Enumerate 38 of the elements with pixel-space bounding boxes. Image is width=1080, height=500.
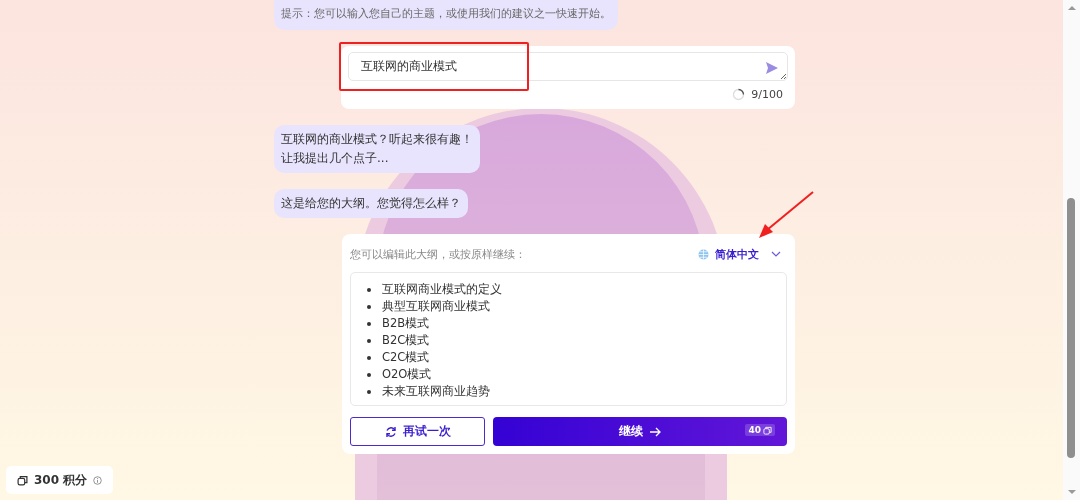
message-line: 让我提出几个点子... [281,150,390,167]
bullet-icon [367,355,371,360]
outline-item: 典型互联网商业模式 [382,299,490,314]
hint-message: 提示：您可以输入您自己的主题，或使用我们的建议之一快速开始。 [274,0,618,30]
bullet-icon [367,304,371,309]
chevron-down-icon [771,251,781,257]
continue-button[interactable]: 继续 40 [493,417,787,446]
arrow-right-icon [649,426,661,437]
outline-item: 互联网商业模式的定义 [382,282,502,297]
bullet-icon [367,287,371,292]
language-selector[interactable]: 简体中文 [698,246,787,262]
coins-icon [763,425,772,435]
info-icon[interactable] [93,475,103,485]
topic-input-field[interactable]: 互联网的商业模式 [348,52,788,81]
send-icon[interactable] [766,62,778,74]
outline-item: B2C模式 [382,333,430,348]
resize-grip-icon[interactable] [780,73,786,79]
outline-editor[interactable]: 互联网商业模式的定义 典型互联网商业模式 B2B模式 B2C模式 C2C模式 O2O模式 未来互联网商业趋势 [350,272,787,406]
bullet-icon [367,389,371,394]
message-line: 互联网的商业模式？听起来很有趣！ [281,131,473,148]
credits-badge[interactable]: 300 积分 [6,466,114,494]
scrollbar[interactable] [1063,0,1080,500]
outline-item: C2C模式 [382,350,430,365]
coins-icon [17,474,28,486]
cost-badge: 40 [745,424,775,436]
retry-button[interactable]: 再试一次 [350,417,485,446]
outline-item: 未来互联网商业趋势 [382,384,490,399]
bullet-icon [367,338,371,343]
spinner-icon [732,88,746,101]
bullet-icon [367,321,371,326]
refresh-icon [384,425,397,438]
character-counter: 9/100 [751,88,783,101]
outline-prompt: 您可以编辑此大纲，或按原样继续： [350,246,526,262]
bullet-icon [367,372,371,377]
outline-item: B2B模式 [382,316,430,331]
message-line: 这是给您的大纲。您觉得怎么样？ [281,195,461,212]
outline-item: O2O模式 [382,367,432,382]
globe-icon [698,248,709,260]
